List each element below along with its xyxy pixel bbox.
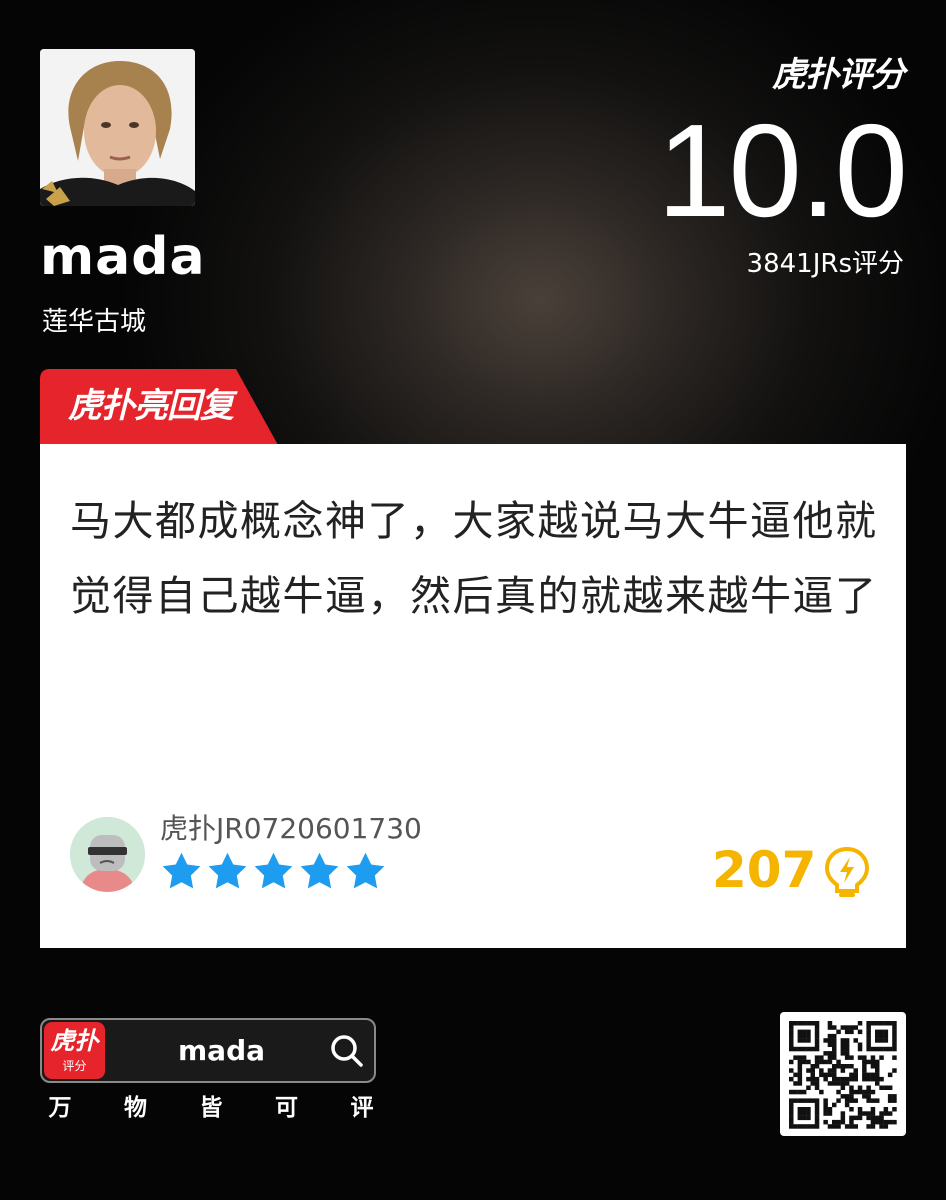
search-box[interactable]: 虎扑 评分 mada <box>40 1018 376 1083</box>
comment-text: 马大都成概念神了，大家越说马大牛逼他就觉得自己越牛逼，然后真的就越来越牛逼了 <box>70 497 878 620</box>
star-icon <box>208 852 247 889</box>
qr-code-pattern <box>789 1021 897 1129</box>
share-card: mada 莲华古城 虎扑评分 10.0 3841JRs评分 虎扑亮回复 马大都成… <box>0 0 946 1200</box>
slogan-char: 可 <box>275 1095 298 1121</box>
star-icon <box>300 852 339 889</box>
star-icon <box>162 852 201 889</box>
user-avatar <box>70 817 145 892</box>
slogan-char: 评 <box>350 1095 374 1121</box>
lightbulb-icon[interactable] <box>822 845 872 899</box>
like-count: 207 <box>712 841 817 899</box>
slogan-char: 万 <box>48 1095 72 1121</box>
hupu-app-icon: 虎扑 评分 <box>44 1022 105 1079</box>
hupu-rating-logo: 虎扑评分 <box>772 55 905 95</box>
search-query: mada <box>178 1034 266 1067</box>
comment-card: 马大都成概念神了，大家越说马大牛逼他就觉得自己越牛逼，然后真的就越来越牛逼了 虎… <box>40 444 906 948</box>
slogan: 万 物 皆 可 评 <box>46 1092 376 1124</box>
slogan-char: 物 <box>124 1095 147 1121</box>
rating-score: 10.0 <box>657 97 908 244</box>
app-icon-sublabel: 评分 <box>62 1059 87 1073</box>
highlight-reply-label: 虎扑亮回复 <box>68 386 234 426</box>
qr-code[interactable] <box>780 1012 906 1136</box>
star-rating <box>160 850 387 893</box>
player-avatar <box>40 49 195 206</box>
slogan-char: 皆 <box>199 1095 223 1121</box>
highlight-reply-tab: 虎扑亮回复 <box>40 369 278 445</box>
star-icon <box>254 852 293 889</box>
team-name: 莲华古城 <box>42 307 147 337</box>
star-icon <box>346 852 385 889</box>
search-icon[interactable] <box>330 1034 364 1068</box>
rating-count: 3841JRs评分 <box>746 249 904 279</box>
player-name: mada <box>40 227 206 287</box>
app-icon-label: 虎扑 <box>50 1027 99 1055</box>
commenter-name: 虎扑JR0720601730 <box>160 812 422 845</box>
